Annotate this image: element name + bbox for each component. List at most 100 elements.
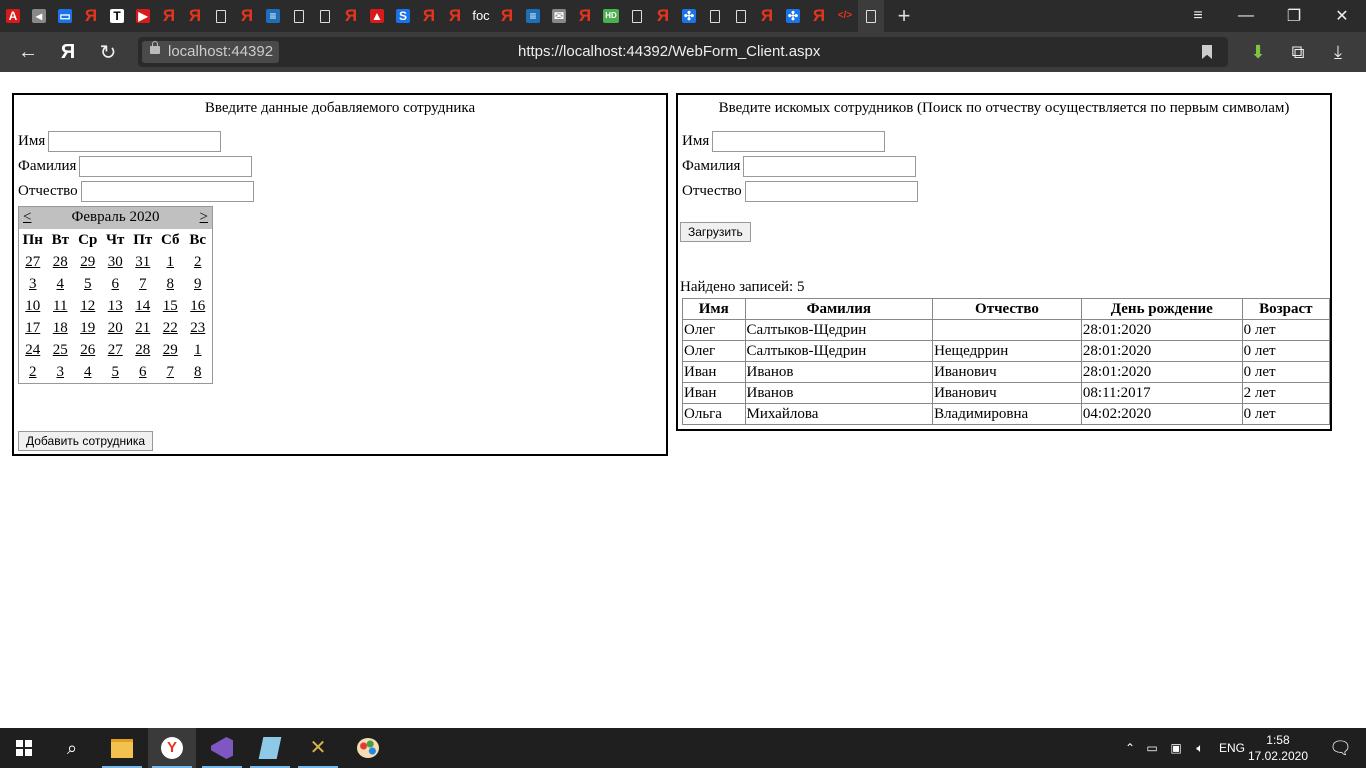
add-last-name-input[interactable] <box>79 156 253 177</box>
browser-tab[interactable]: Я <box>182 0 208 32</box>
calendar-day[interactable]: 3 <box>47 361 75 383</box>
calendar-day[interactable]: 1 <box>184 339 212 361</box>
taskbar-notes[interactable] <box>246 728 294 768</box>
browser-tab[interactable]: Я <box>156 0 182 32</box>
calendar-day[interactable]: 10 <box>19 295 47 317</box>
browser-tab[interactable]: T <box>104 0 130 32</box>
browser-tab[interactable]: Я <box>442 0 468 32</box>
calendar-day[interactable]: 23 <box>184 317 212 339</box>
translate-icon[interactable]: ⧉ <box>1286 40 1310 64</box>
browser-tab[interactable] <box>728 0 754 32</box>
browser-tab[interactable]: foc <box>468 0 494 32</box>
calendar-day[interactable]: 19 <box>74 317 102 339</box>
browser-tab[interactable]: Я <box>572 0 598 32</box>
host-chip[interactable]: localhost:44392 <box>142 41 280 63</box>
browser-tab[interactable]: ▲ <box>364 0 390 32</box>
calendar-day[interactable]: 31 <box>129 251 157 273</box>
calendar-day[interactable]: 18 <box>47 317 75 339</box>
back-button[interactable]: ← <box>8 32 48 72</box>
browser-tab[interactable]: ✉ <box>546 0 572 32</box>
calendar-day[interactable]: 15 <box>157 295 185 317</box>
close-button[interactable]: ✕ <box>1318 6 1366 26</box>
search-last-name-input[interactable] <box>743 156 917 177</box>
calendar-day[interactable]: 26 <box>74 339 102 361</box>
calendar-day[interactable]: 20 <box>102 317 130 339</box>
taskbar-visual-studio[interactable] <box>198 728 246 768</box>
search-patronymic-input[interactable] <box>744 181 918 202</box>
browser-tab[interactable]: ≡ <box>520 0 546 32</box>
browser-tab[interactable]: Я <box>806 0 832 32</box>
browser-tab[interactable]: Я <box>78 0 104 32</box>
calendar-day[interactable]: 27 <box>19 251 47 273</box>
calendar-day[interactable]: 2 <box>19 361 47 383</box>
minimize-button[interactable]: — <box>1222 7 1270 25</box>
restore-button[interactable]: ❐ <box>1270 6 1318 26</box>
calendar-day[interactable]: 24 <box>19 339 47 361</box>
browser-tab[interactable]: ≡ <box>260 0 286 32</box>
taskbar-explorer[interactable] <box>98 728 146 768</box>
browser-tab[interactable] <box>208 0 234 32</box>
download-extension-icon[interactable]: ⬇ <box>1246 40 1270 64</box>
calendar-day[interactable]: 17 <box>19 317 47 339</box>
calendar-day[interactable]: 16 <box>184 295 212 317</box>
browser-tab[interactable]: A <box>0 0 26 32</box>
browser-tab[interactable]: Я <box>754 0 780 32</box>
calendar-day[interactable]: 9 <box>184 273 212 295</box>
url-field[interactable]: localhost:44392 https://localhost:44392/… <box>138 37 1228 67</box>
calendar-day[interactable]: 5 <box>102 361 130 383</box>
add-employee-button[interactable]: Добавить сотрудника <box>18 431 154 451</box>
bookmark-icon[interactable] <box>1202 45 1212 59</box>
calendar-day[interactable]: 28 <box>129 339 157 361</box>
taskbar-tools[interactable]: ✕ <box>294 728 342 768</box>
taskbar-paint[interactable] <box>344 728 392 768</box>
taskbar-clock[interactable]: 1:58 17.02.2020 <box>1248 732 1308 764</box>
calendar-day[interactable]: 4 <box>47 273 75 295</box>
menu-icon[interactable]: ≡ <box>1174 7 1222 25</box>
calendar-day[interactable]: 5 <box>74 273 102 295</box>
browser-tab[interactable]: Я <box>234 0 260 32</box>
calendar-day[interactable]: 29 <box>74 251 102 273</box>
browser-tab[interactable]: Я <box>494 0 520 32</box>
load-button[interactable]: Загрузить <box>680 222 751 242</box>
calendar-day[interactable]: 22 <box>157 317 185 339</box>
calendar-day[interactable]: 13 <box>102 295 130 317</box>
calendar-day[interactable]: 1 <box>157 251 185 273</box>
browser-tab[interactable]: Я <box>338 0 364 32</box>
new-tab-button[interactable]: + <box>884 3 924 29</box>
browser-tab[interactable]: </> <box>832 0 858 32</box>
calendar-day[interactable]: 27 <box>102 339 130 361</box>
calendar-day[interactable]: 28 <box>47 251 75 273</box>
browser-tab[interactable]: HD <box>598 0 624 32</box>
start-button[interactable] <box>0 728 48 768</box>
browser-tab[interactable] <box>702 0 728 32</box>
calendar-day[interactable]: 7 <box>129 273 157 295</box>
notifications-icon[interactable]: 🗨︎ <box>1329 728 1352 768</box>
calendar-day[interactable]: 8 <box>157 273 185 295</box>
calendar-day[interactable]: 14 <box>129 295 157 317</box>
browser-tab[interactable]: Я <box>650 0 676 32</box>
calendar-next-link[interactable]: > <box>200 209 208 226</box>
calendar-day[interactable]: 8 <box>184 361 212 383</box>
browser-tab[interactable]: ▶ <box>130 0 156 32</box>
calendar-day[interactable]: 6 <box>129 361 157 383</box>
add-patronymic-input[interactable] <box>80 181 254 202</box>
calendar-day[interactable]: 12 <box>74 295 102 317</box>
calendar-day[interactable]: 29 <box>157 339 185 361</box>
add-first-name-input[interactable] <box>48 131 222 152</box>
search-first-name-input[interactable] <box>712 131 886 152</box>
downloads-icon[interactable]: ⤓ <box>1326 40 1350 64</box>
browser-tab[interactable] <box>858 0 884 32</box>
browser-tab[interactable] <box>624 0 650 32</box>
calendar-day[interactable]: 25 <box>47 339 75 361</box>
calendar-day[interactable]: 30 <box>102 251 130 273</box>
calendar-day[interactable]: 7 <box>157 361 185 383</box>
volume-icon[interactable]: 🔈︎ <box>1188 741 1212 756</box>
network-icon[interactable]: ▣ <box>1164 741 1188 755</box>
calendar-day[interactable]: 6 <box>102 273 130 295</box>
calendar-day[interactable]: 4 <box>74 361 102 383</box>
calendar-day[interactable]: 2 <box>184 251 212 273</box>
browser-tab[interactable]: S <box>390 0 416 32</box>
browser-tab[interactable]: ✣ <box>780 0 806 32</box>
browser-tab[interactable] <box>286 0 312 32</box>
chevron-up-icon[interactable]: ⌃ <box>1120 741 1140 755</box>
